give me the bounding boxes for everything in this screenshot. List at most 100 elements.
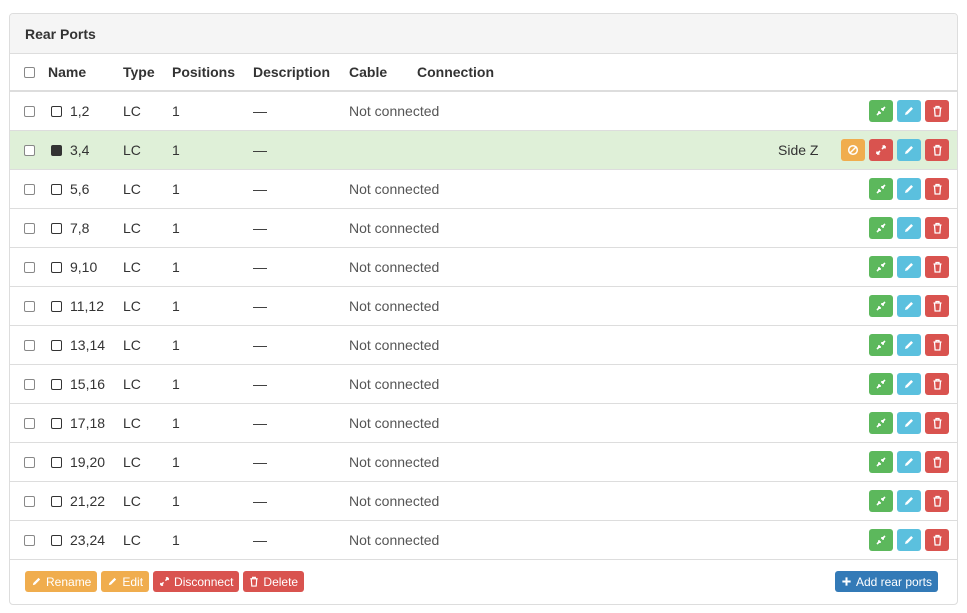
- connect-button[interactable]: [869, 373, 893, 395]
- row-checkbox[interactable]: [23, 456, 35, 468]
- column-header-name[interactable]: Name: [48, 64, 123, 80]
- edit-button[interactable]: [897, 373, 921, 395]
- port-name-link[interactable]: 15,16: [70, 376, 105, 392]
- edit-button[interactable]: [897, 178, 921, 200]
- port-description: —: [253, 532, 267, 548]
- add-rear-ports-button[interactable]: Add rear ports: [834, 571, 938, 592]
- port-name-link[interactable]: 17,18: [70, 415, 105, 431]
- row-checkbox[interactable]: [23, 300, 35, 312]
- edit-button[interactable]: [897, 334, 921, 356]
- port-type: LC: [123, 181, 141, 197]
- table-row[interactable]: 15,16 LC 1 — Not connected: [10, 365, 957, 404]
- port-icon: [51, 495, 62, 507]
- port-icon: [51, 339, 62, 351]
- connect-button[interactable]: [869, 412, 893, 434]
- delete-button[interactable]: [925, 139, 949, 161]
- delete-button[interactable]: Delete: [243, 571, 305, 592]
- table-row[interactable]: 5,6 LC 1 — Not connected: [10, 170, 957, 209]
- row-checkbox[interactable]: [23, 378, 35, 390]
- delete-button[interactable]: [925, 451, 949, 473]
- row-checkbox[interactable]: [23, 495, 35, 507]
- port-name-link[interactable]: 19,20: [70, 454, 105, 470]
- delete-button[interactable]: [925, 490, 949, 512]
- edit-button[interactable]: [897, 412, 921, 434]
- edit-button[interactable]: Edit: [101, 571, 150, 592]
- port-name-link[interactable]: 1,2: [70, 103, 89, 119]
- delete-button[interactable]: [925, 178, 949, 200]
- row-checkbox[interactable]: [23, 222, 35, 234]
- delete-button[interactable]: [925, 412, 949, 434]
- column-header-type[interactable]: Type: [123, 64, 172, 80]
- column-header-cable[interactable]: Cable: [349, 64, 417, 80]
- disconnect-button[interactable]: [869, 139, 893, 161]
- row-checkbox[interactable]: [23, 534, 35, 546]
- rename-button[interactable]: Rename: [25, 571, 98, 592]
- table-row[interactable]: 19,20 LC 1 — Not connected: [10, 443, 957, 482]
- connect-button[interactable]: [869, 217, 893, 239]
- edit-button[interactable]: [897, 490, 921, 512]
- edit-button[interactable]: [897, 451, 921, 473]
- edit-button[interactable]: [897, 529, 921, 551]
- add-rear-ports-label: Add rear ports: [855, 574, 932, 589]
- delete-button[interactable]: [925, 373, 949, 395]
- delete-button[interactable]: [925, 256, 949, 278]
- port-name-link[interactable]: 13,14: [70, 337, 105, 353]
- trash-icon: [932, 183, 943, 195]
- connect-button[interactable]: [869, 451, 893, 473]
- table-row[interactable]: 17,18 LC 1 — Not connected: [10, 404, 957, 443]
- edit-button[interactable]: [897, 256, 921, 278]
- connect-button[interactable]: [869, 295, 893, 317]
- delete-button[interactable]: [925, 295, 949, 317]
- delete-button[interactable]: [925, 334, 949, 356]
- row-actions: [869, 295, 949, 317]
- row-checkbox[interactable]: [23, 261, 35, 273]
- table-row[interactable]: 21,22 LC 1 — Not connected: [10, 482, 957, 521]
- port-icon: [51, 534, 62, 546]
- connect-button[interactable]: [869, 490, 893, 512]
- table-row[interactable]: 1,2 LC 1 — Not connected: [10, 92, 957, 131]
- table-row[interactable]: 7,8 LC 1 — Not connected: [10, 209, 957, 248]
- port-name-link[interactable]: 7,8: [70, 220, 89, 236]
- column-header-description[interactable]: Description: [253, 64, 349, 80]
- column-header-connection[interactable]: Connection: [417, 64, 957, 80]
- edit-button[interactable]: [897, 217, 921, 239]
- connect-button[interactable]: [869, 100, 893, 122]
- edit-button[interactable]: [897, 100, 921, 122]
- connection-status: Not connected: [349, 337, 440, 353]
- delete-button[interactable]: [925, 100, 949, 122]
- port-name-link[interactable]: 9,10: [70, 259, 97, 275]
- row-checkbox[interactable]: [23, 144, 35, 156]
- trash-icon: [932, 417, 943, 429]
- port-name-link[interactable]: 11,12: [70, 298, 104, 314]
- table-row[interactable]: 11,12 LC 1 — Not connected: [10, 287, 957, 326]
- port-name-link[interactable]: 23,24: [70, 532, 105, 548]
- edit-button[interactable]: [897, 295, 921, 317]
- pencil-icon: [903, 261, 915, 273]
- row-checkbox[interactable]: [23, 105, 35, 117]
- port-description: —: [253, 493, 267, 509]
- select-all-checkbox[interactable]: [23, 66, 35, 78]
- row-checkbox[interactable]: [23, 183, 35, 195]
- port-name-link[interactable]: 21,22: [70, 493, 105, 509]
- row-checkbox[interactable]: [23, 417, 35, 429]
- port-name-link[interactable]: 5,6: [70, 181, 89, 197]
- connect-button[interactable]: [869, 334, 893, 356]
- column-header-positions[interactable]: Positions: [172, 64, 253, 80]
- connect-button[interactable]: [869, 529, 893, 551]
- connection-status: Not connected: [349, 259, 440, 275]
- table-row[interactable]: 23,24 LC 1 — Not connected: [10, 521, 957, 560]
- disconnect-button[interactable]: Disconnect: [153, 571, 240, 592]
- table-body: 1,2 LC 1 — Not connected 3,4 LC 1 — Side…: [10, 92, 957, 560]
- edit-button[interactable]: [897, 139, 921, 161]
- table-row[interactable]: 3,4 LC 1 — Side Z: [10, 131, 957, 170]
- row-checkbox[interactable]: [23, 339, 35, 351]
- mark-unplanned-button[interactable]: [841, 139, 865, 161]
- delete-button[interactable]: [925, 529, 949, 551]
- port-name-link[interactable]: 3,4: [70, 142, 89, 158]
- port-positions: 1: [172, 259, 180, 275]
- table-row[interactable]: 13,14 LC 1 — Not connected: [10, 326, 957, 365]
- connect-button[interactable]: [869, 256, 893, 278]
- delete-button[interactable]: [925, 217, 949, 239]
- table-row[interactable]: 9,10 LC 1 — Not connected: [10, 248, 957, 287]
- connect-button[interactable]: [869, 178, 893, 200]
